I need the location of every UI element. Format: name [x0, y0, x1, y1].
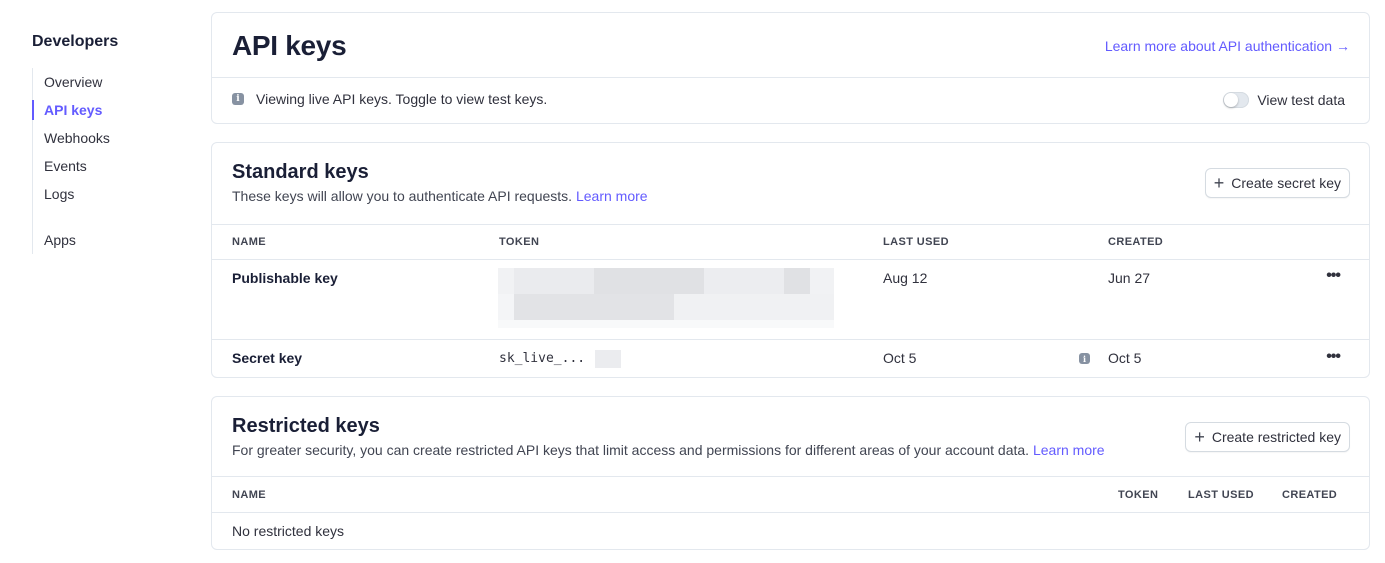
create-restricted-key-button[interactable]: + Create restricted key: [1185, 422, 1350, 452]
create-secret-key-button[interactable]: + Create secret key: [1204, 168, 1350, 198]
last-used: Aug 12: [883, 270, 928, 286]
info-text: Viewing live API keys. Toggle to view te…: [256, 91, 548, 107]
create-restricted-key-label: Create restricted key: [1211, 429, 1341, 445]
column-header-last-used: LAST USED: [1188, 489, 1254, 501]
create-secret-key-label: Create secret key: [1231, 175, 1341, 191]
sidebar-item-webhooks[interactable]: Webhooks: [33, 124, 192, 152]
column-header-last-used: LAST USED: [883, 236, 949, 248]
column-header-name: NAME: [232, 236, 266, 248]
column-header-token: TOKEN: [499, 236, 540, 248]
more-icon[interactable]: •••: [1326, 348, 1341, 366]
key-name: Secret key: [232, 350, 303, 366]
sidebar-item-apps[interactable]: Apps: [33, 226, 192, 254]
more-icon[interactable]: •••: [1326, 267, 1341, 285]
sidebar-item-overview[interactable]: Overview: [33, 68, 192, 96]
column-header-name: NAME: [232, 489, 266, 501]
info-icon: i: [232, 93, 244, 105]
sidebar: Developers Overview API keys Webhooks Ev…: [32, 32, 192, 254]
column-header-created: CREATED: [1282, 489, 1338, 501]
divider: [212, 512, 1369, 513]
last-used: Oct 5: [883, 350, 917, 366]
toggle-label: View test data: [1257, 92, 1345, 108]
sidebar-title: Developers: [32, 33, 119, 50]
toggle-switch[interactable]: [1223, 92, 1250, 108]
test-data-toggle[interactable]: View test data: [1223, 92, 1345, 108]
standard-description-text: These keys will allow you to authenticat…: [232, 188, 573, 204]
header-card: API keys Learn more about API authentica…: [211, 12, 1370, 124]
empty-state: No restricted keys: [232, 523, 345, 539]
standard-keys-title: Standard keys: [232, 161, 369, 183]
standard-keys-description: These keys will allow you to authenticat…: [232, 188, 648, 204]
standard-keys-card: Standard keys These keys will allow you …: [211, 142, 1370, 378]
created-date: Jun 27: [1108, 270, 1151, 286]
restricted-keys-description: For greater security, you can create res…: [232, 442, 1105, 458]
restricted-keys-card: Restricted keys For greater security, yo…: [211, 396, 1370, 550]
info-banner: i Viewing live API keys. Toggle to view …: [232, 91, 547, 107]
created-date: Oct 5: [1108, 350, 1142, 366]
divider: [212, 224, 1369, 225]
column-header-created: CREATED: [1108, 236, 1164, 248]
redacted-token[interactable]: [498, 268, 834, 328]
secret-token[interactable]: sk_live_...: [499, 351, 585, 366]
sidebar-item-events[interactable]: Events: [33, 152, 192, 180]
info-icon[interactable]: i: [1079, 353, 1090, 364]
restricted-keys-title: Restricted keys: [232, 415, 380, 437]
learn-auth-link[interactable]: Learn more about API authentication →: [1105, 38, 1350, 54]
divider: [212, 476, 1369, 477]
sidebar-item-api-keys[interactable]: API keys: [32, 96, 192, 124]
divider: [212, 77, 1369, 78]
redacted-token-suffix: [595, 350, 621, 368]
column-header-token: TOKEN: [1118, 489, 1159, 501]
key-name: Publishable key: [232, 270, 338, 286]
plus-icon: +: [1213, 173, 1225, 193]
page-title: API keys: [232, 30, 347, 61]
restricted-learn-more-link[interactable]: Learn more: [1033, 442, 1105, 458]
divider: [212, 259, 1369, 260]
restricted-description-text: For greater security, you can create res…: [232, 442, 1030, 458]
sidebar-nav: Overview API keys Webhooks Events Logs A…: [32, 68, 192, 254]
sidebar-item-logs[interactable]: Logs: [33, 180, 192, 208]
divider: [212, 339, 1369, 340]
plus-icon: +: [1194, 427, 1205, 447]
standard-learn-more-link[interactable]: Learn more: [576, 188, 648, 204]
toggle-knob: [1224, 93, 1239, 107]
